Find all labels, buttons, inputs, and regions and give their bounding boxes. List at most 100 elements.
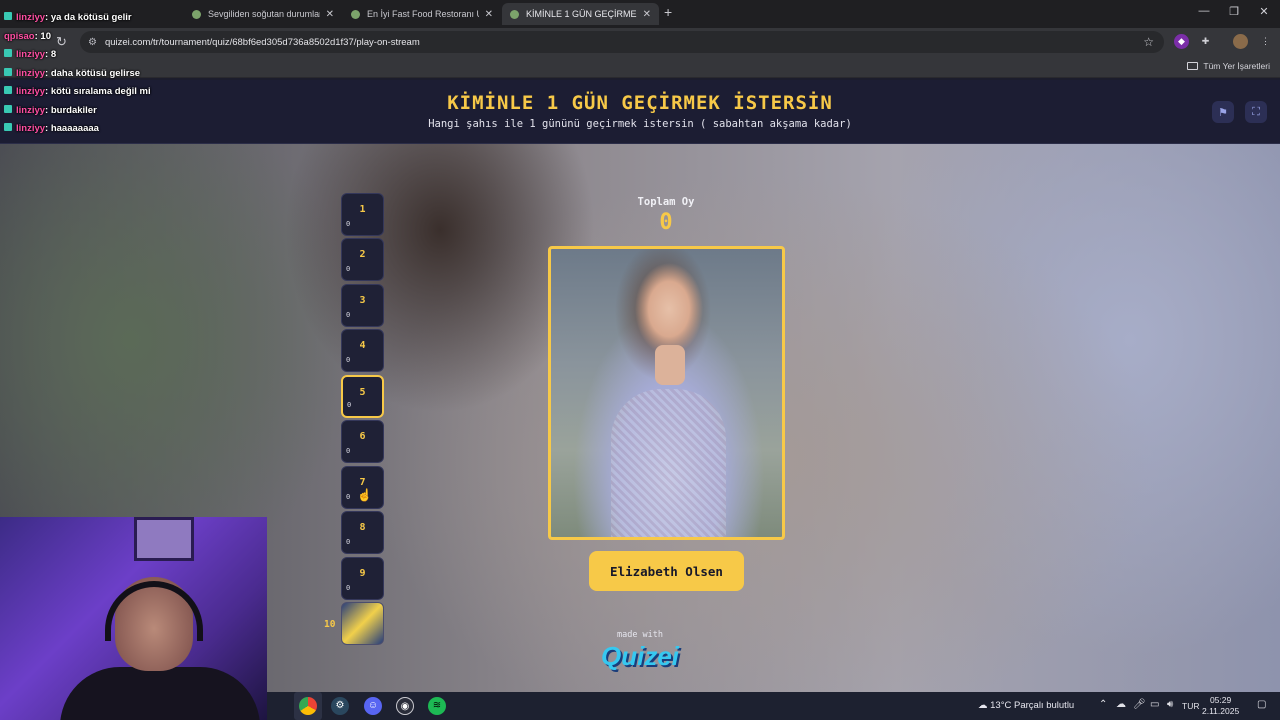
chat-message: qpisao: 10 <box>4 31 51 42</box>
clock-time: 05:29 <box>1209 695 1232 705</box>
ranking-slot-1[interactable]: 1 0 <box>341 193 384 236</box>
slot-number: 4 <box>359 340 366 351</box>
quizei-logo[interactable]: Quizei <box>588 641 692 672</box>
total-votes-count: 0 <box>659 210 673 235</box>
slot-number: 2 <box>359 249 366 260</box>
chrome-icon[interactable] <box>299 697 317 715</box>
ranking-slot-10[interactable]: 10 <box>324 602 384 645</box>
chat-username: linziyy <box>16 68 46 79</box>
tab-favicon <box>351 9 360 19</box>
tab-favicon <box>510 9 519 19</box>
slot-votes: 0 <box>346 311 351 319</box>
clock-date: 2.11.2025 <box>1202 706 1240 716</box>
slot-votes: 0 <box>346 356 351 364</box>
chat-badge-icon <box>4 12 12 20</box>
volume-icon[interactable]: 🔊︎ <box>1167 699 1173 710</box>
tab-active[interactable]: KİMİNLE 1 GÜN GEÇİRMEK İST ✕ <box>502 3 659 25</box>
all-bookmarks-button[interactable]: Tüm Yer İşaretleri <box>1187 61 1270 71</box>
slot-votes: 0 <box>347 401 352 409</box>
ranking-slot-5[interactable]: 5 0 <box>341 375 384 418</box>
slot-number: 9 <box>359 568 366 579</box>
ranking-slot-2[interactable]: 2 0 <box>341 238 384 281</box>
new-tab-button[interactable]: + <box>664 4 672 20</box>
ranking-slot-8[interactable]: 8 0 <box>341 511 384 554</box>
flag-icon[interactable]: ⚑ <box>1212 101 1234 123</box>
headphones <box>105 581 203 641</box>
extensions-puzzle-icon[interactable]: ✚ <box>1198 34 1213 49</box>
chat-badge-icon <box>4 105 12 113</box>
chat-message: linziyy: daha kötüsü gelirse <box>4 68 140 79</box>
folder-icon <box>1187 62 1199 70</box>
microphone-icon[interactable]: 🎤︎ <box>1133 699 1146 710</box>
close-tab-icon[interactable]: ✕ <box>643 9 651 20</box>
photo-detail <box>655 345 685 385</box>
all-bookmarks-label: Tüm Yer İşaretleri <box>1203 61 1270 71</box>
notifications-icon[interactable]: ▢ <box>1257 699 1266 710</box>
ranking-slot-4[interactable]: 4 0 <box>341 329 384 372</box>
fullscreen-icon[interactable]: ⛶ <box>1245 101 1267 123</box>
slot-votes: 0 <box>346 220 351 228</box>
discord-icon[interactable]: ☺ <box>364 697 382 715</box>
chat-text: : 8 <box>45 49 57 60</box>
close-tab-icon[interactable]: ✕ <box>326 9 334 20</box>
ranking-slot-6[interactable]: 6 0 <box>341 420 384 463</box>
system-clock[interactable]: 05:29 2.11.2025 <box>1202 695 1239 717</box>
tab-1[interactable]: Sevgiliden soğutan durumlar - ✕ <box>184 3 342 25</box>
url-field[interactable]: ⚙ quizei.com/tr/tournament/quiz/68bf6ed3… <box>80 31 1164 53</box>
chat-username: linziyy <box>16 12 46 23</box>
tab-2[interactable]: En İyi Fast Food Restoranı UwU ✕ <box>343 3 501 25</box>
chat-badge-icon <box>4 123 12 131</box>
chat-username: linziyy <box>16 123 46 134</box>
slot-votes: 0 <box>346 447 351 455</box>
weather-icon: ☁ <box>978 700 988 711</box>
chat-username: linziyy <box>16 86 46 97</box>
chat-username: linziyy <box>16 49 46 60</box>
slot-number: 10 <box>324 619 336 630</box>
total-votes-label: Toplam Oy <box>637 196 695 208</box>
restore-icon[interactable]: ❐ <box>1224 5 1244 18</box>
slot-votes: 0 <box>346 493 351 501</box>
minimize-icon[interactable]: — <box>1194 5 1214 17</box>
menu-kebab-icon[interactable]: ⋮ <box>1258 34 1273 49</box>
weather-text: 13°C Parçalı bulutlu <box>990 700 1075 711</box>
chat-text: : ya da kötüsü gelir <box>45 12 132 23</box>
photo-detail <box>611 389 726 537</box>
chat-message: linziyy: haaaaaaaa <box>4 123 99 134</box>
candidate-name-button[interactable]: Elizabeth Olsen <box>589 551 744 591</box>
slot-votes: 0 <box>346 265 351 273</box>
slot-votes: 0 <box>346 584 351 592</box>
steam-icon[interactable]: ⚙ <box>331 697 349 715</box>
slot-number: 5 <box>359 387 366 398</box>
weather-widget[interactable]: ☁ 13°C Parçalı bulutlu <box>978 700 1074 711</box>
cloud-icon[interactable]: ☁ <box>1116 699 1126 710</box>
os-taskbar: ⚙ ☺ ◉ ≋ ☁ 13°C Parçalı bulutlu ⌃ ☁ 🎤︎ ▭ … <box>267 692 1280 720</box>
ranking-slot-9[interactable]: 9 0 <box>341 557 384 600</box>
stream-chat-overlay: linziyy: ya da kötüsü gelir qpisao: 10 l… <box>0 0 200 140</box>
webcam-overlay <box>0 517 267 720</box>
ranking-slot-3[interactable]: 3 0 <box>341 284 384 327</box>
spotify-icon[interactable]: ≋ <box>428 697 446 715</box>
chat-text: : kötü sıralama değil mi <box>45 86 151 97</box>
obs-icon[interactable]: ◉ <box>396 697 414 715</box>
language-indicator[interactable]: TUR <box>1182 701 1199 711</box>
tab-label: En İyi Fast Food Restoranı UwU <box>367 9 479 19</box>
close-window-icon[interactable]: ✕ <box>1254 5 1274 18</box>
chat-username: qpisao <box>4 31 35 42</box>
chat-badge-icon <box>4 68 12 76</box>
close-tab-icon[interactable]: ✕ <box>485 9 493 20</box>
bookmark-star-icon[interactable]: ☆ <box>1143 35 1154 49</box>
chat-badge-icon <box>4 86 12 94</box>
chat-message: linziyy: ya da kötüsü gelir <box>4 12 132 23</box>
chat-badge-icon <box>4 49 12 57</box>
chat-text: : haaaaaaaa <box>45 123 99 134</box>
chat-username: linziyy <box>16 105 46 116</box>
chat-text: : burdakiler <box>45 105 97 116</box>
tab-label: Sevgiliden soğutan durumlar - <box>208 9 320 19</box>
profile-avatar[interactable] <box>1233 34 1248 49</box>
slot-votes: 0 <box>346 538 351 546</box>
tray-chevron-icon[interactable]: ⌃ <box>1099 699 1107 710</box>
network-icon[interactable]: ▭ <box>1150 699 1159 710</box>
tab-label: KİMİNLE 1 GÜN GEÇİRMEK İST <box>526 9 637 19</box>
extension-icon[interactable]: ◆ <box>1174 34 1189 49</box>
streamer-body <box>60 667 260 720</box>
